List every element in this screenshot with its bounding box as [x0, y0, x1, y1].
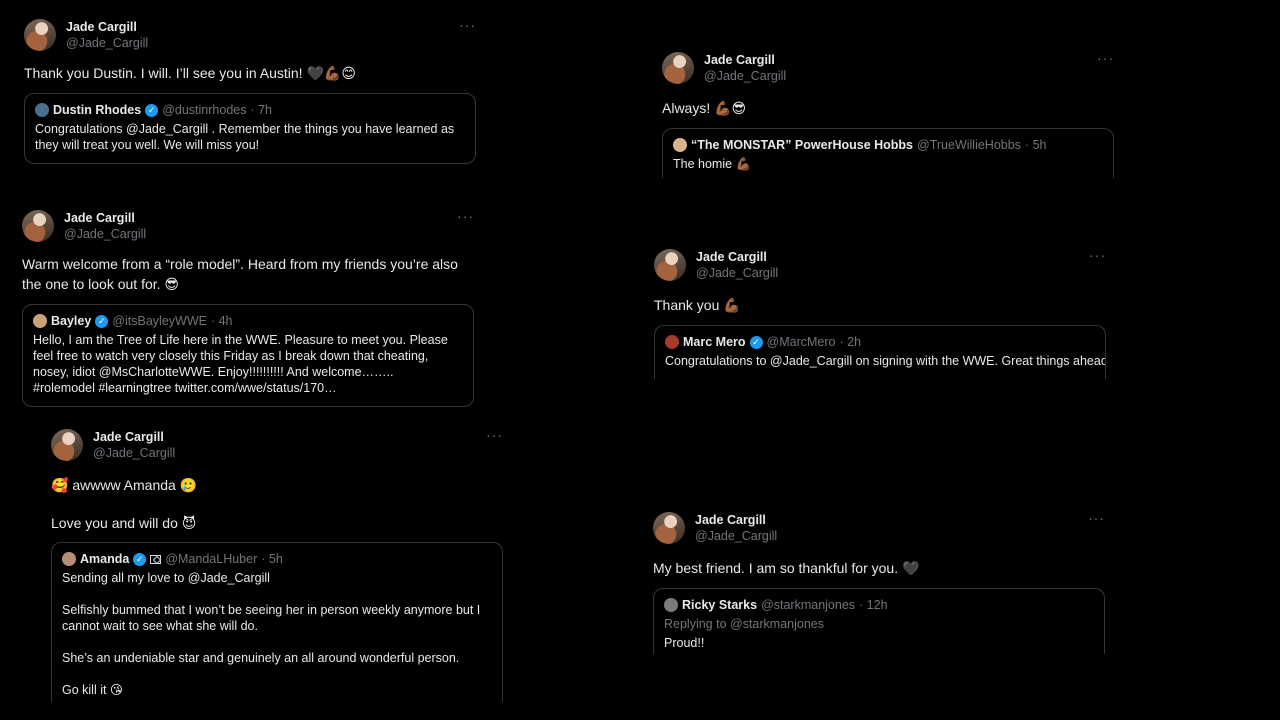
quoted-tweet-header: “The MONSTAR” PowerHouse Hobbs @TrueWill…	[673, 137, 1103, 153]
quoted-author-name: Marc Mero	[683, 335, 746, 349]
quoted-author-name: Amanda	[80, 552, 130, 566]
quoted-tweet-header: Bayley ✓ @itsBayleyWWE · 4h	[33, 313, 463, 329]
tweet-header: Jade Cargill @Jade_Cargill ···	[653, 510, 1105, 548]
quoted-author-name: “The MONSTAR” PowerHouse Hobbs	[691, 138, 914, 152]
quoted-tweet[interactable]: Amanda ✓ @MandaLHuber · 5h Sending all m…	[51, 542, 503, 702]
quoted-timestamp: · 4h	[210, 314, 233, 328]
author-name[interactable]: Jade Cargill	[93, 429, 175, 445]
quoted-author-handle: @MarcMero	[766, 335, 836, 349]
quoted-tweet-text: Sending all my love to @Jade_Cargill Sel…	[62, 571, 481, 697]
quoted-avatar	[33, 314, 47, 328]
quoted-tweet-text: The homie 💪🏾	[673, 157, 752, 171]
quoted-author-handle: @TrueWillieHobbs	[917, 138, 1021, 152]
quoted-tweet-header: Ricky Starks @starkmanjones · 12h	[664, 597, 1094, 613]
author-handle[interactable]: @Jade_Cargill	[66, 35, 148, 51]
quoted-timestamp: · 2h	[839, 335, 862, 349]
quoted-tweet[interactable]: Dustin Rhodes ✓ @dustinrhodes · 7h Congr…	[24, 93, 476, 164]
tweet-text-line: Thank you 💪🏾	[654, 297, 741, 313]
tweet-text: My best friend. I am so thankful for you…	[653, 558, 1105, 578]
tweet-text: 🥰 awwww Amanda 🥲 Love you and will do 😈	[51, 475, 503, 533]
tweet-text-line: Warm welcome from a “role model”. Heard …	[22, 256, 462, 292]
author-name[interactable]: Jade Cargill	[66, 19, 148, 35]
quoted-avatar	[664, 598, 678, 612]
verified-badge-icon: ✓	[749, 335, 763, 349]
quoted-tweet[interactable]: Bayley ✓ @itsBayleyWWE · 4h Hello, I am …	[22, 304, 474, 407]
quoted-timestamp: · 5h	[1024, 138, 1047, 152]
tweet-bayley-reply[interactable]: Jade Cargill @Jade_Cargill ··· Warm welc…	[22, 208, 474, 407]
author-handle[interactable]: @Jade_Cargill	[704, 68, 786, 84]
more-options-icon[interactable]: ···	[1097, 50, 1114, 66]
avatar[interactable]	[22, 210, 54, 242]
tweet-dustin-reply[interactable]: Jade Cargill @Jade_Cargill ··· Thank you…	[24, 17, 476, 164]
avatar[interactable]	[653, 512, 685, 544]
tweet-ricky-starks-reply[interactable]: Jade Cargill @Jade_Cargill ··· My best f…	[653, 510, 1105, 654]
quoted-author-handle: @starkmanjones	[761, 598, 856, 612]
quoted-tweet-text: Hello, I am the Tree of Life here in the…	[33, 333, 448, 395]
quoted-tweet-text: Congratulations @Jade_Cargill . Remember…	[35, 122, 458, 152]
quoted-author-name: Bayley	[51, 314, 92, 328]
quoted-author-name: Dustin Rhodes	[53, 103, 142, 117]
avatar[interactable]	[654, 249, 686, 281]
quoted-avatar	[62, 552, 76, 566]
quoted-tweet[interactable]: “The MONSTAR” PowerHouse Hobbs @TrueWill…	[662, 128, 1114, 178]
verified-badge-icon: ✓	[145, 103, 159, 117]
quoted-author-handle: @itsBayleyWWE	[112, 314, 207, 328]
more-options-icon[interactable]: ···	[1088, 510, 1105, 526]
tweet-marc-mero-reply[interactable]: Jade Cargill @Jade_Cargill ··· Thank you…	[654, 247, 1106, 379]
tweet-text-line-2: Love you and will do 😈	[51, 515, 197, 531]
more-options-icon[interactable]: ···	[486, 427, 503, 443]
tweet-header: Jade Cargill @Jade_Cargill ···	[51, 427, 503, 465]
avatar[interactable]	[51, 429, 83, 461]
quoted-tweet-text: Proud!!	[664, 636, 705, 650]
quoted-author-name: Ricky Starks	[682, 598, 758, 612]
quoted-tweet-header: Dustin Rhodes ✓ @dustinrhodes · 7h	[35, 102, 465, 118]
quoted-timestamp: · 7h	[250, 103, 273, 117]
tweet-hobbs-reply[interactable]: Jade Cargill @Jade_Cargill ··· Always! 💪…	[662, 50, 1114, 178]
tweet-text: Always! 💪🏾😎	[662, 98, 1114, 118]
affiliate-badge-icon	[150, 554, 162, 564]
more-options-icon[interactable]: ···	[457, 208, 474, 224]
tweet-header: Jade Cargill @Jade_Cargill ···	[662, 50, 1114, 88]
quoted-tweet[interactable]: Ricky Starks @starkmanjones · 12h Replyi…	[653, 588, 1105, 654]
quoted-avatar	[665, 335, 679, 349]
tweet-text-line: Always! 💪🏾😎	[662, 100, 747, 116]
quoted-author-handle: @MandaLHuber	[165, 552, 258, 566]
tweet-text-line: 🥰 awwww Amanda 🥲	[51, 477, 198, 493]
tweet-amanda-reply[interactable]: Jade Cargill @Jade_Cargill ··· 🥰 awwww A…	[51, 427, 503, 704]
quoted-author-handle: @dustinrhodes	[162, 103, 247, 117]
tweet-text-line: Thank you Dustin. I will. I’ll see you i…	[24, 65, 356, 81]
tweet-header: Jade Cargill @Jade_Cargill ···	[24, 17, 476, 55]
author-handle[interactable]: @Jade_Cargill	[695, 528, 777, 544]
author-name[interactable]: Jade Cargill	[695, 512, 777, 528]
quoted-tweet-text: Congratulations to @Jade_Cargill on sign…	[665, 354, 1106, 368]
quoted-tweet[interactable]: Marc Mero ✓ @MarcMero · 2h Congratulatio…	[654, 325, 1106, 379]
quoted-timestamp: · 5h	[261, 552, 283, 566]
tweet-text: Thank you 💪🏾	[654, 295, 1106, 315]
author-handle[interactable]: @Jade_Cargill	[64, 226, 146, 242]
replying-to-label: Replying to @starkmanjones	[664, 617, 824, 631]
author-handle[interactable]: @Jade_Cargill	[696, 265, 778, 281]
author-handle[interactable]: @Jade_Cargill	[93, 445, 175, 461]
author-name[interactable]: Jade Cargill	[64, 210, 146, 226]
tweet-text: Warm welcome from a “role model”. Heard …	[22, 254, 462, 294]
verified-badge-icon: ✓	[95, 314, 109, 328]
author-name[interactable]: Jade Cargill	[696, 249, 778, 265]
tweet-header: Jade Cargill @Jade_Cargill ···	[654, 247, 1106, 285]
verified-badge-icon: ✓	[133, 552, 147, 566]
author-name[interactable]: Jade Cargill	[704, 52, 786, 68]
quoted-avatar	[673, 138, 687, 152]
tweet-text-line: My best friend. I am so thankful for you…	[653, 560, 920, 576]
quoted-timestamp: · 12h	[859, 598, 888, 612]
quoted-tweet-header: Marc Mero ✓ @MarcMero · 2h	[665, 334, 1095, 350]
tweet-text: Thank you Dustin. I will. I’ll see you i…	[24, 63, 476, 83]
quoted-avatar	[35, 103, 49, 117]
tweet-header: Jade Cargill @Jade_Cargill ···	[22, 208, 474, 246]
avatar[interactable]	[662, 52, 694, 84]
avatar[interactable]	[24, 19, 56, 51]
quoted-tweet-header: Amanda ✓ @MandaLHuber · 5h	[62, 551, 492, 567]
more-options-icon[interactable]: ···	[459, 17, 476, 33]
more-options-icon[interactable]: ···	[1089, 247, 1106, 263]
